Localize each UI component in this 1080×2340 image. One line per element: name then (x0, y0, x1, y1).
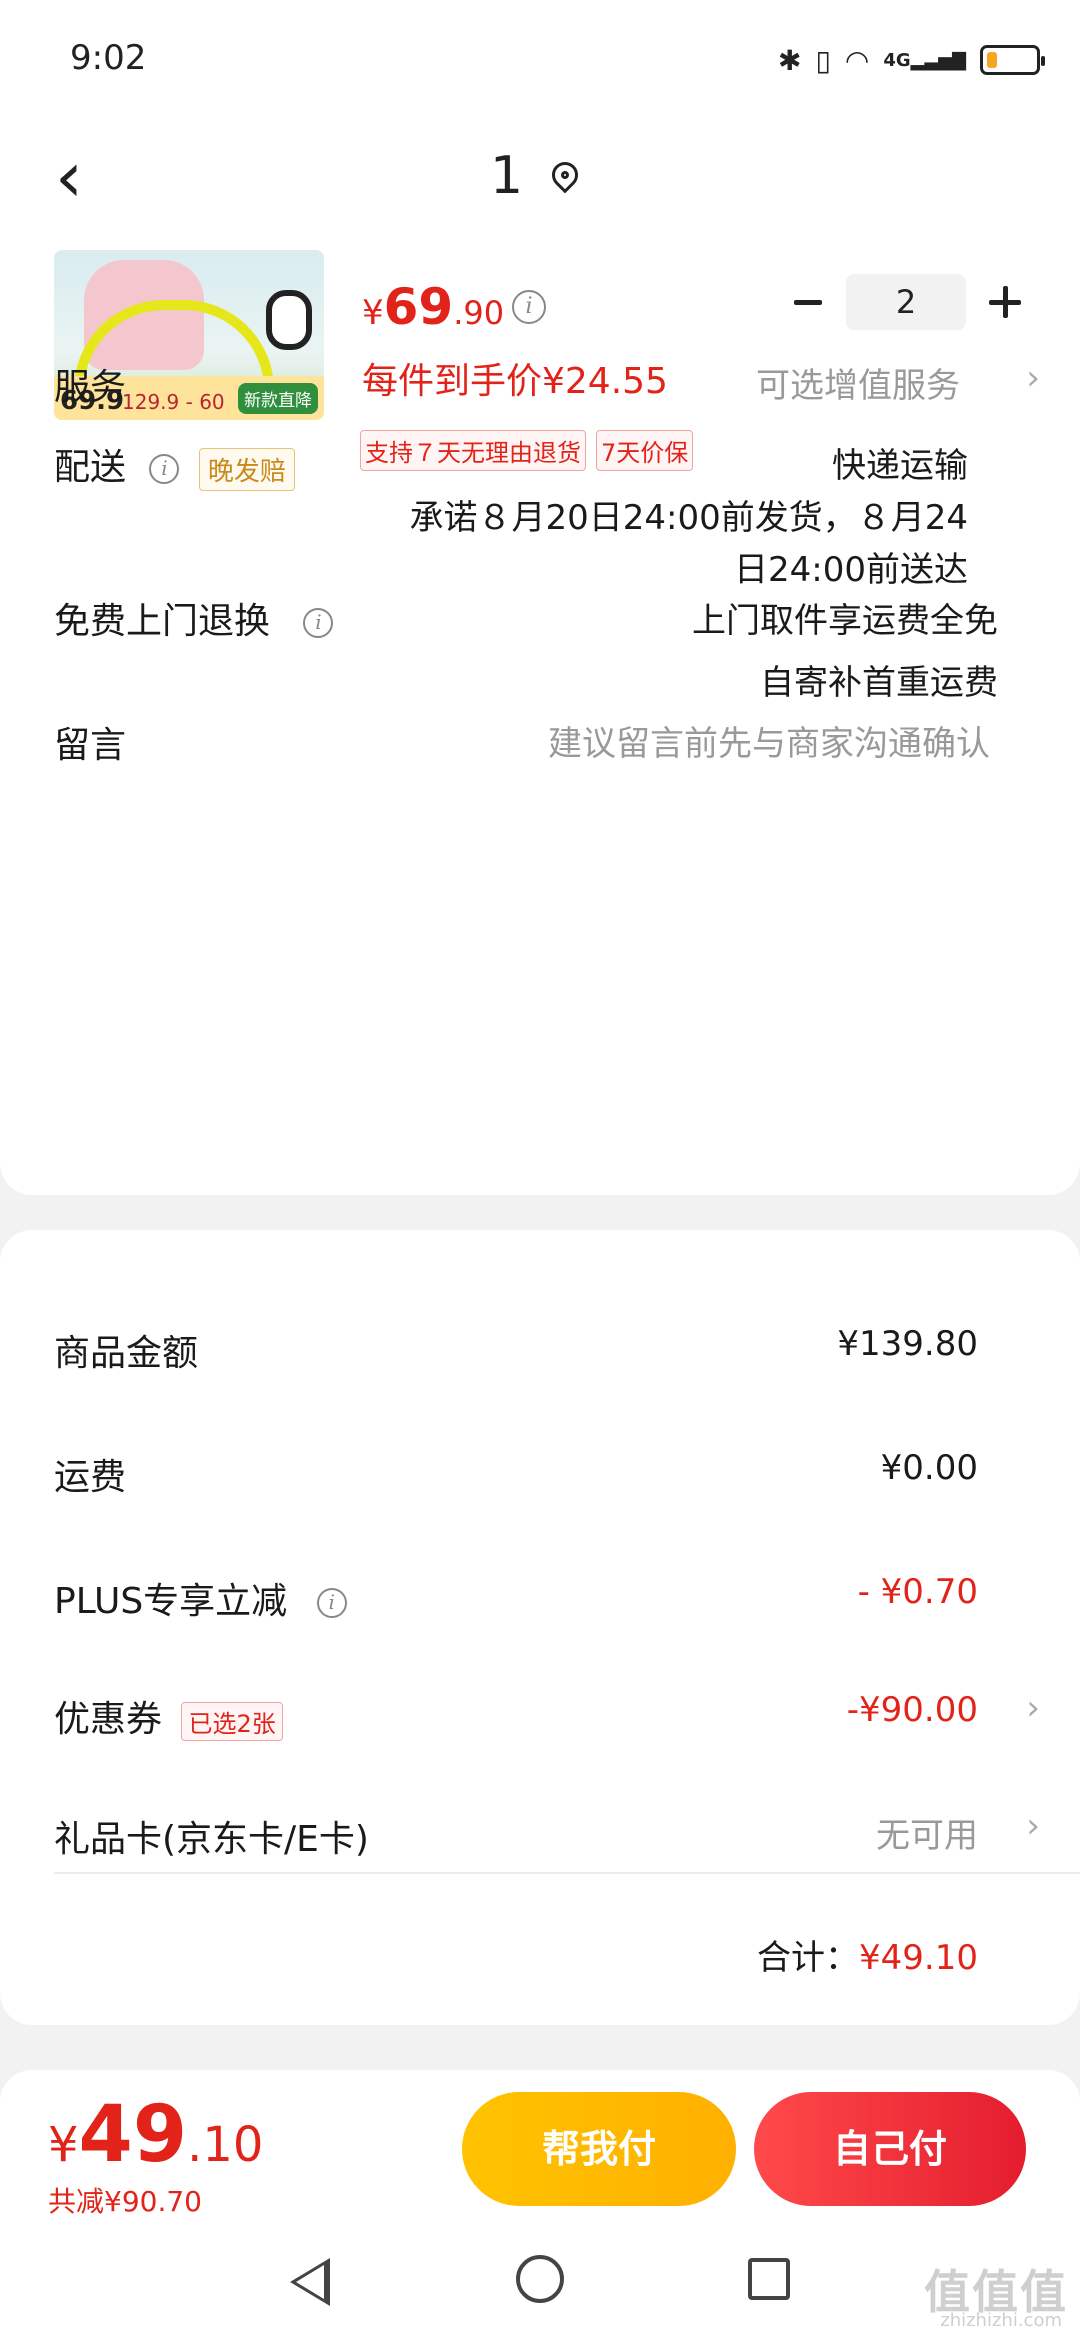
unit-price: ¥69.90 (362, 278, 504, 336)
net-price: 每件到手价¥24.55 (362, 361, 668, 402)
price-summary-card: 商品金额 ¥139.80 运费 ¥0.00 PLUS专享立减 i - ¥0.70… (0, 1230, 1080, 2025)
return-line-1: 上门取件享运费全免 (692, 601, 998, 641)
map-pin-icon[interactable] (546, 156, 584, 194)
chevron-left-icon[interactable]: ‹ (55, 142, 115, 218)
shipping-label: 运费 (54, 1457, 127, 1498)
nav-back-icon[interactable] (290, 2258, 330, 2306)
goods-amount-label: 商品金额 (54, 1333, 199, 1374)
summary-divider (54, 1872, 1080, 1874)
order-detail-card: 69.9 129.9 - 60 新款直降 ¥69.90 i 每件到手价¥24.5… (0, 240, 1080, 1195)
thumbnail-price-range: 129.9 - 60 (122, 390, 225, 414)
thumbnail-tag: 新款直降 (238, 383, 318, 414)
delivery-promise-2: 日24:00前送达 (734, 550, 968, 590)
quantity-increase-button[interactable] (985, 282, 1025, 322)
delivery-row: 配送 i 晚发赔 (54, 438, 295, 491)
price-info-icon[interactable]: i (512, 290, 546, 324)
checkout-currency: ¥ (48, 2117, 79, 2173)
nav-recent-icon[interactable] (748, 2258, 790, 2300)
giftcard-label: 礼品卡(京东卡/E卡) (54, 1819, 369, 1860)
watermark-url: zhizhizhi.com (940, 2310, 1062, 2331)
delivery-promise-1: 承诺８月20日24:00前发货，８月24 (409, 498, 968, 538)
price-integer: 69 (383, 278, 454, 336)
battery-fill (987, 52, 997, 68)
message-input[interactable]: 建议留言前先与商家沟通确认 (548, 716, 990, 765)
price-currency: ¥ (362, 293, 384, 333)
service-value[interactable]: 可选增值服务 (756, 358, 960, 407)
delivery-info-icon[interactable]: i (149, 454, 180, 484)
delivery-method: 快递运输 (832, 446, 968, 486)
page-header: ‹ 1 (0, 120, 1080, 240)
plus-discount-value: - ¥0.70 (857, 1572, 978, 1612)
delivery-label: 配送 (54, 447, 127, 488)
status-time: 9:02 (70, 38, 147, 78)
service-label: 服务 (54, 367, 127, 408)
coupon-badge: 已选2张 (181, 1701, 283, 1741)
coupon-value[interactable]: -¥90.00 (847, 1690, 978, 1730)
message-label: 留言 (54, 725, 127, 766)
price-decimal: .90 (453, 294, 505, 332)
network-label: 4G (883, 49, 911, 71)
quantity-decrease-button[interactable] (790, 282, 826, 322)
return-row: 免费上门退换 i (54, 592, 334, 644)
shipping-value: ¥0.00 (880, 1448, 978, 1488)
delivery-detail[interactable]: 快递运输 承诺８月20日24:00前发货，８月24 日24:00前送达 (409, 440, 968, 596)
plus-discount-label: PLUS专享立减 (54, 1581, 288, 1622)
chevron-right-icon[interactable]: › (1026, 358, 1040, 398)
wifi-icon: ◠ (844, 43, 870, 77)
total-value: ¥49.10 (859, 1938, 978, 1978)
chevron-right-icon[interactable]: › (1026, 1806, 1040, 1846)
checkout-total: ¥49.10 (48, 2090, 263, 2180)
signal-4g-icon: 4G▂▃▅▇ (883, 49, 966, 71)
checkout-integer: 49 (78, 2090, 188, 2180)
coupon-label: 优惠券 (54, 1699, 163, 1740)
self-pay-button[interactable]: 自己付 (754, 2092, 1026, 2206)
status-icons: ✱ ▯ ◠ 4G▂▃▅▇ (777, 40, 1045, 80)
return-line-2: 自寄补首重运费 (760, 663, 998, 703)
goods-amount-value: ¥139.80 (837, 1324, 978, 1364)
return-info-icon[interactable]: i (303, 608, 334, 638)
quantity-field[interactable]: 2 (846, 274, 966, 330)
coupon-row: 优惠券 已选2张 (54, 1690, 283, 1742)
bluetooth-icon: ✱ (777, 43, 802, 77)
battery-icon (980, 45, 1045, 75)
total-label: 合计： (757, 1938, 860, 1978)
chevron-right-icon[interactable]: › (1026, 1688, 1040, 1728)
panda-figure (266, 290, 312, 350)
plus-info-icon[interactable]: i (316, 1588, 347, 1618)
help-pay-button[interactable]: 帮我付 (462, 2092, 736, 2206)
status-bar: 9:02 ✱ ▯ ◠ 4G▂▃▅▇ (0, 0, 1080, 120)
giftcard-value[interactable]: 无可用 (876, 1808, 978, 1857)
plus-discount-row: PLUS专享立减 i (54, 1572, 347, 1624)
page-title: 1 (490, 146, 524, 206)
nav-home-icon[interactable] (516, 2255, 564, 2303)
return-detail: 上门取件享运费全免 自寄补首重运费 (692, 590, 998, 714)
late-compensation-badge: 晚发赔 (198, 447, 295, 491)
checkout-decimal: .10 (187, 2117, 264, 2173)
vibrate-icon: ▯ (815, 43, 831, 77)
summary-total: 合计：¥49.10 (757, 1930, 978, 1979)
total-saved: 共减¥90.70 (48, 2185, 202, 2218)
return-label: 免费上门退换 (54, 601, 271, 642)
